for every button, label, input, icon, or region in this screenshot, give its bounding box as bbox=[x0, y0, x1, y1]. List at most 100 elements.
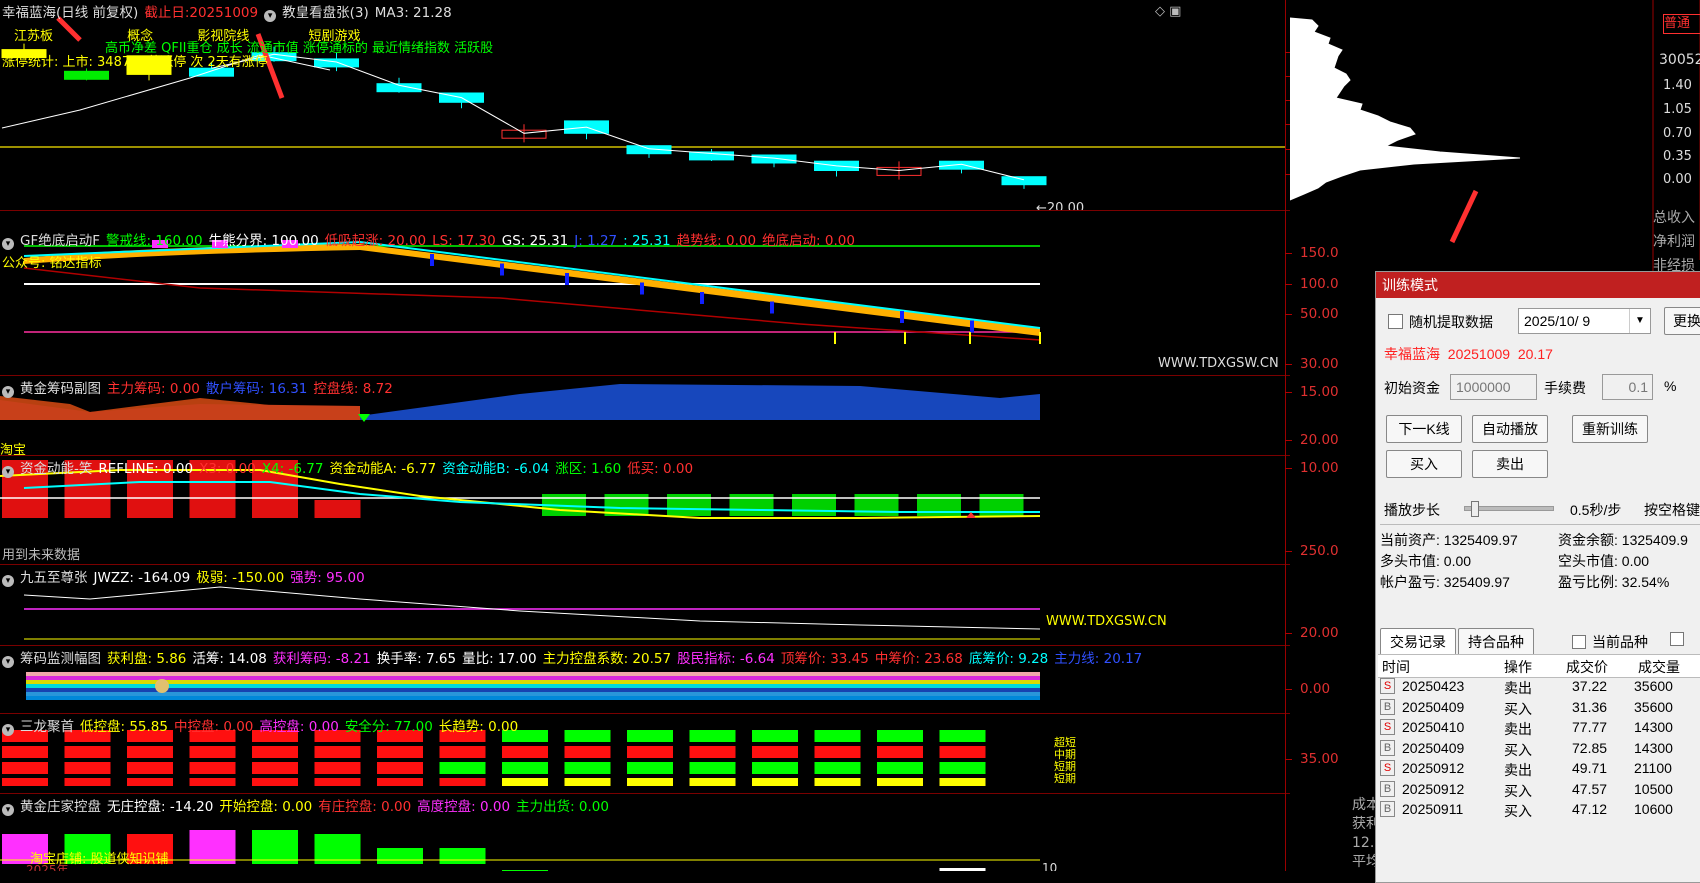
indicator-value: LS: 17.30 bbox=[432, 233, 496, 249]
table-row[interactable]: B 20250409 买入 72.85 14300 bbox=[1378, 739, 1700, 762]
table-row[interactable]: B 20250911 买入 47.12 10600 bbox=[1378, 801, 1700, 823]
dragon-block bbox=[877, 746, 923, 758]
indicator-value: 底筹价: 9.28 bbox=[968, 651, 1049, 667]
table-cell: 卖出 bbox=[1504, 721, 1532, 737]
next-kline-button[interactable]: 下一K线 bbox=[1386, 415, 1462, 443]
table-cell: 77.77 bbox=[1572, 719, 1608, 735]
table-cell: 35600 bbox=[1634, 678, 1673, 694]
dragon-block bbox=[2, 778, 48, 786]
chevron-down-icon[interactable]: ▾ bbox=[2, 804, 14, 816]
chip-monitor-panel[interactable]: ▾ 筹码监测幅图 获利盘: 5.86 活筹: 14.08 获利筹码: -8.21 换手率:… bbox=[0, 646, 1290, 714]
autoplay-button[interactable]: 自动播放 bbox=[1472, 415, 1548, 443]
chevron-down-icon[interactable]: ▾ bbox=[2, 238, 14, 250]
table-header: 时间 操作 成交价 成交量 bbox=[1378, 654, 1700, 678]
dragon-block bbox=[939, 746, 986, 758]
fund-bar bbox=[314, 500, 361, 518]
table-cell: 20250912 bbox=[1402, 780, 1465, 797]
table-row[interactable]: S 20250423 卖出 37.22 35600 bbox=[1378, 678, 1700, 700]
dragon-block bbox=[377, 778, 423, 786]
dragon-block bbox=[564, 746, 611, 758]
retrain-button[interactable]: 重新训练 bbox=[1572, 415, 1648, 443]
profile-tick: 1.40 bbox=[1663, 78, 1692, 93]
chevron-down-icon[interactable]: ▾ bbox=[2, 724, 14, 736]
gold-chips-panel[interactable]: ▾ 黄金筹码副图 主力筹码: 0.00 散户筹码: 16.31 控盘线: 8.72 淘宝 bbox=[0, 376, 1290, 456]
chevron-down-icon[interactable]: ▾ bbox=[264, 10, 277, 22]
tab-trade-records[interactable]: 交易记录 bbox=[1380, 628, 1456, 655]
three-dragons-panel[interactable]: ▾ 三龙聚首 低控盘: 55.85 中控盘: 0.00 高控盘: 0.00 安全分: 77… bbox=[0, 714, 1290, 794]
dragon-block bbox=[252, 746, 298, 758]
table-cell: 14300 bbox=[1634, 719, 1673, 735]
profile-btn[interactable]: 普通 bbox=[1663, 14, 1700, 34]
date-picker[interactable]: 2025/10/ 9 ▼ bbox=[1518, 308, 1651, 334]
step-slider[interactable] bbox=[1464, 501, 1554, 517]
dropdown-arrow-icon[interactable]: ▼ bbox=[1629, 309, 1650, 333]
finance-label: 净利润 bbox=[1653, 234, 1695, 250]
table-cell: 72.85 bbox=[1572, 739, 1608, 756]
jwzz-panel[interactable]: ▾ 九五至尊张 JWZZ: -164.09 极弱: -150.00 强势: 95.00 … bbox=[0, 565, 1290, 646]
gold-banker-name: 黄金庄家控盘 bbox=[20, 799, 101, 815]
long-value: 多头市值: 0.00 bbox=[1380, 553, 1472, 569]
indicator-value: 趋势线: 0.00 bbox=[676, 233, 757, 249]
random-checkbox-row[interactable]: 随机提取数据 bbox=[1388, 312, 1493, 332]
indicator-value: 换手率: 7.65 bbox=[376, 651, 457, 667]
table-row[interactable]: S 20250410 卖出 77.77 14300 bbox=[1378, 719, 1700, 741]
indicator-value: 主力控盘系数: 20.57 bbox=[542, 651, 672, 667]
init-capital-input[interactable]: 1000000 bbox=[1450, 374, 1537, 400]
dragon-block bbox=[752, 778, 798, 786]
slider-handle[interactable] bbox=[1471, 501, 1479, 517]
indicator-value: 散户筹码: 16.31 bbox=[205, 381, 308, 397]
blue-mark bbox=[640, 282, 644, 295]
watermark: WWW.TDXGSW.CN bbox=[1046, 614, 1167, 629]
expand-icon[interactable]: ▣ bbox=[1169, 4, 1181, 19]
dragon-block bbox=[502, 746, 548, 758]
gf-header: ▾ GF绝底启动F 警戒线: 160.00 牛熊分界: 100.00 低吸起涨: 20.… bbox=[2, 229, 867, 250]
trade-type-icon: S bbox=[1380, 719, 1395, 735]
gold-banker-panel[interactable]: ▾ 黄金庄家控盘 无庄控盘: -14.20 开始控盘: 0.00 有庄控盘: 0.00 高… bbox=[0, 794, 1290, 871]
main-chart-header: 幸福蓝海(日线 前复权) 截止日:20251009 ▾ 教皇看盘张(3) MA3: 21… bbox=[2, 1, 458, 22]
fee-input[interactable]: 0.1 bbox=[1602, 374, 1653, 400]
date-value: 2025/10/ 9 bbox=[1524, 313, 1591, 329]
chevron-down-icon[interactable]: ▾ bbox=[2, 466, 14, 478]
stock-code: 300528 bbox=[1659, 52, 1700, 68]
indicator-value: 高度控盘: 0.00 bbox=[417, 799, 511, 815]
table-row[interactable]: B 20250912 买入 47.57 10500 bbox=[1378, 780, 1700, 803]
chevron-down-icon[interactable]: ▾ bbox=[2, 575, 14, 587]
table-cell: 37.22 bbox=[1572, 678, 1608, 694]
indicator-value: 长趋势: 0.00 bbox=[438, 719, 519, 735]
col-price: 成交价 bbox=[1566, 659, 1608, 675]
main-chart-panel[interactable]: 幸福蓝海(日线 前复权) 截止日:20251009 ▾ 教皇看盘张(3) MA3: 21… bbox=[0, 0, 1290, 211]
dragon-block bbox=[939, 762, 986, 774]
finance-labels: 总收入 净利润 非经损 bbox=[1653, 206, 1695, 278]
table-cell: 31.36 bbox=[1572, 698, 1608, 715]
fund-momentum-panel[interactable]: ▾ 资金动能-笑 REFLINE: 0.00 X3: 0.00 X4: -6.77 资金动… bbox=[0, 456, 1290, 565]
chevron-down-icon[interactable]: ▾ bbox=[2, 386, 14, 398]
chevron-down-icon[interactable]: ▾ bbox=[2, 656, 14, 668]
swap-button[interactable]: 更换 bbox=[1664, 307, 1700, 335]
tab-holdings[interactable]: 持合品种 bbox=[1458, 628, 1534, 656]
indicator-value: 主力线: 20.17 bbox=[1054, 651, 1143, 667]
gf-indicator-panel[interactable]: ▾ GF绝底启动F 警戒线: 160.00 牛熊分界: 100.00 低吸起涨: 20.… bbox=[0, 228, 1290, 376]
trade-type-icon: B bbox=[1380, 698, 1395, 715]
dragon-block bbox=[814, 778, 861, 786]
stock-info: 幸福蓝海 20251009 20.17 bbox=[1384, 344, 1553, 364]
banker-bar bbox=[439, 848, 486, 864]
sell-button[interactable]: 卖出 bbox=[1472, 450, 1548, 478]
extra-checkbox[interactable] bbox=[1670, 632, 1684, 646]
current-symbol-toggle[interactable]: 当前品种 bbox=[1572, 632, 1648, 652]
fee-label: 手续费 bbox=[1544, 380, 1586, 396]
table-cell: 20250911 bbox=[1402, 801, 1464, 817]
random-checkbox[interactable] bbox=[1388, 314, 1403, 329]
profile-tick: 0.35 bbox=[1663, 149, 1692, 164]
divider bbox=[1380, 524, 1700, 525]
trade-type-icon: B bbox=[1380, 801, 1395, 817]
buy-button[interactable]: 买入 bbox=[1386, 450, 1462, 478]
gold-banker-header: ▾ 黄金庄家控盘 无庄控盘: -14.20 开始控盘: 0.00 有庄控盘: 0.00 高… bbox=[2, 795, 621, 816]
indicator-value: 活筹: 14.08 bbox=[192, 651, 267, 667]
table-row[interactable]: B 20250409 买入 31.36 35600 bbox=[1378, 698, 1700, 721]
banker-bar bbox=[377, 848, 423, 864]
three-dragons-name: 三龙聚首 bbox=[20, 719, 74, 735]
table-row[interactable]: S 20250912 卖出 49.71 21100 bbox=[1378, 760, 1700, 782]
diamond-icon[interactable]: ◇ bbox=[1155, 4, 1165, 19]
training-window[interactable]: 训练模式 随机提取数据 2025/10/ 9 ▼ 更换 幸福蓝海 20251009… bbox=[1375, 271, 1700, 883]
indicator-name: 教皇看盘张(3) bbox=[282, 5, 369, 21]
